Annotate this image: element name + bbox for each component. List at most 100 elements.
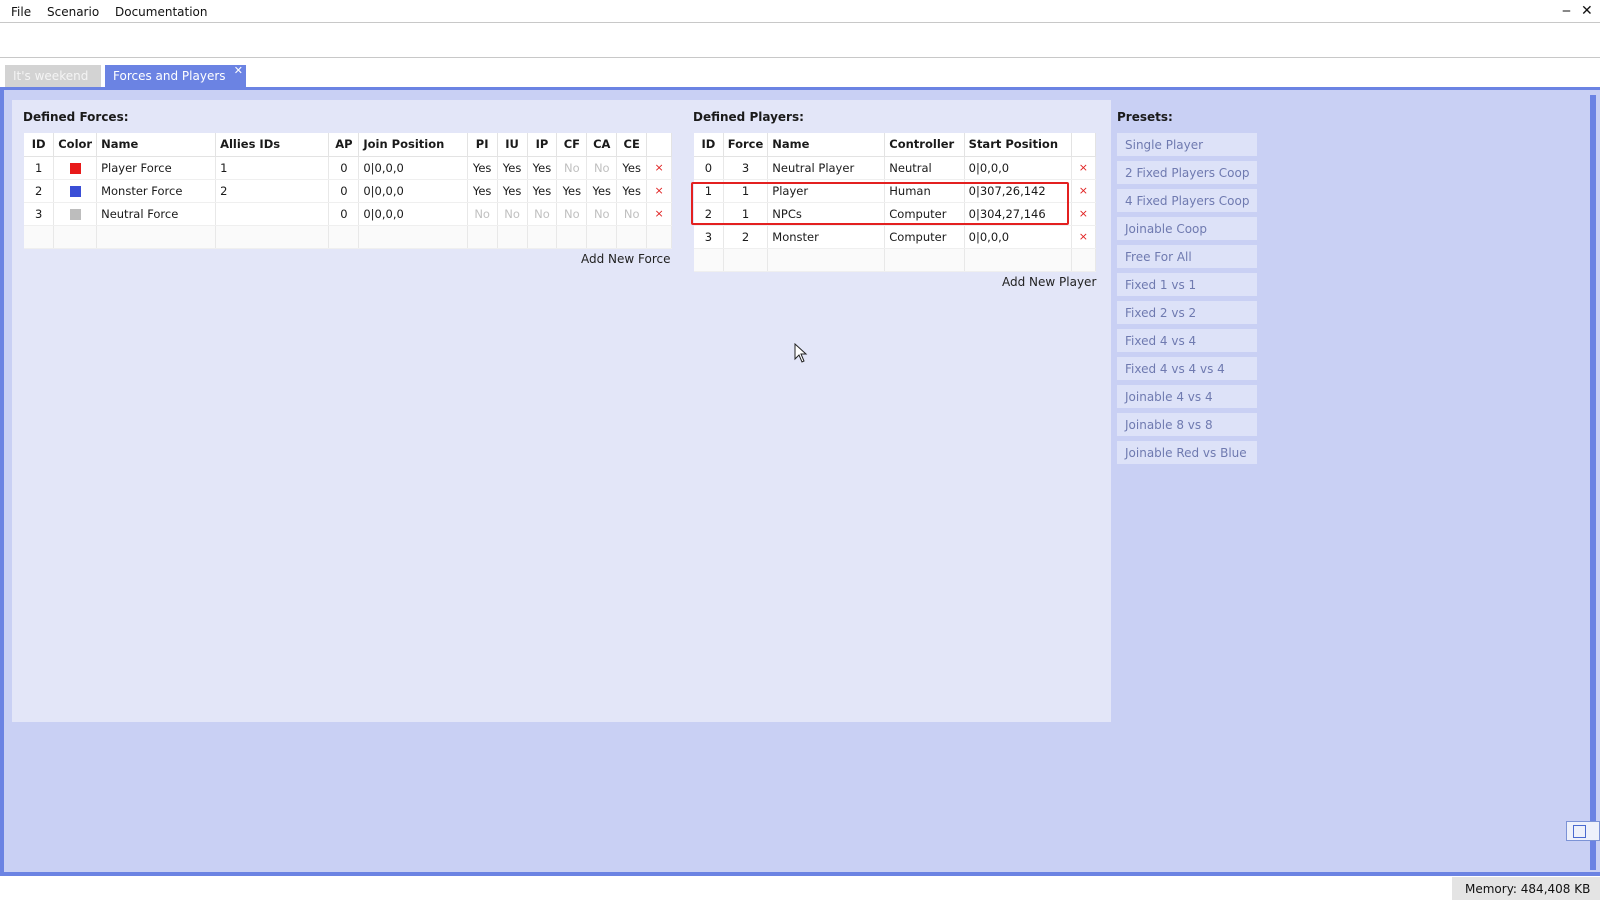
force-ap-cell[interactable]: 0 [328,156,360,180]
force-join-position-cell[interactable]: 0|0,0,0 [358,202,468,226]
force-empty-row[interactable] [24,225,672,249]
delete-player-icon[interactable]: × [1071,156,1097,180]
col-header[interactable]: Name [767,133,886,157]
force-name-cell[interactable]: Monster Force [96,179,217,203]
force-cf-cell[interactable]: No [556,156,588,180]
player-controller-cell[interactable]: Computer [884,202,965,226]
col-header[interactable]: IP [527,133,558,157]
player-name-cell[interactable]: Monster [767,225,886,249]
player-start-position-cell[interactable]: 0|0,0,0 [964,225,1072,249]
force-pi-cell[interactable]: No [467,202,498,226]
col-header[interactable]: CA [586,133,618,157]
empty-cell[interactable] [646,225,672,249]
force-color-cell[interactable] [53,179,98,203]
color-swatch[interactable] [69,185,81,197]
preset-button[interactable]: Joinable 8 vs 8 [1117,413,1257,436]
empty-cell[interactable] [964,248,1072,272]
tab-its-weekend[interactable]: It's weekend [5,65,101,87]
force-ip-cell[interactable]: Yes [527,179,558,203]
col-header[interactable]: Allies IDs [215,133,330,157]
col-header[interactable]: CE [616,133,648,157]
force-join-position-cell[interactable]: 0|0,0,0 [358,156,468,180]
empty-cell[interactable] [497,225,528,249]
col-header[interactable]: ID [24,133,55,157]
empty-cell[interactable] [767,248,886,272]
col-header[interactable]: Controller [884,133,965,157]
force-row[interactable]: 3 Neutral Force 0 0|0,0,0 No No No No No No × [24,202,672,226]
empty-cell[interactable] [527,225,558,249]
col-header[interactable]: AP [328,133,360,157]
col-header[interactable]: CF [556,133,588,157]
player-empty-row[interactable] [694,248,1097,272]
force-ap-cell[interactable]: 0 [328,202,360,226]
minimize-icon[interactable]: ‒ [1562,3,1571,19]
color-swatch[interactable] [69,162,81,174]
player-force-cell[interactable]: 2 [723,225,769,249]
delete-player-icon[interactable]: × [1071,225,1097,249]
color-swatch[interactable] [69,208,81,220]
player-start-position-cell[interactable]: 0|307,26,142 [964,179,1072,203]
menu-documentation[interactable]: Documentation [115,5,208,19]
floating-tool-icon[interactable] [1566,821,1600,841]
preset-button[interactable]: Single Player [1117,133,1257,156]
empty-cell[interactable] [215,225,330,249]
delete-force-icon[interactable]: × [646,156,672,180]
preset-button[interactable]: Joinable Red vs Blue [1117,441,1257,464]
player-name-cell[interactable]: Neutral Player [767,156,886,180]
preset-button[interactable]: Free For All [1117,245,1257,268]
force-ip-cell[interactable]: Yes [527,156,558,180]
force-iu-cell[interactable]: Yes [497,179,528,203]
vertical-scrollbar[interactable] [1590,95,1596,870]
preset-button[interactable]: Joinable 4 vs 4 [1117,385,1257,408]
player-name-cell[interactable]: NPCs [767,202,886,226]
player-name-cell[interactable]: Player [767,179,886,203]
delete-force-icon[interactable]: × [646,202,672,226]
force-pi-cell[interactable]: Yes [467,179,498,203]
empty-cell[interactable] [96,225,217,249]
empty-cell[interactable] [586,225,618,249]
col-header[interactable]: Start Position [964,133,1072,157]
force-ip-cell[interactable]: No [527,202,558,226]
empty-cell[interactable] [884,248,965,272]
empty-cell[interactable] [467,225,498,249]
empty-cell[interactable] [53,225,98,249]
empty-cell[interactable] [1071,248,1097,272]
col-header[interactable]: Force [723,133,769,157]
empty-cell[interactable] [556,225,588,249]
player-force-cell[interactable]: 1 [723,202,769,226]
force-ce-cell[interactable]: No [616,202,648,226]
delete-player-icon[interactable]: × [1071,179,1097,203]
empty-cell[interactable] [24,225,55,249]
force-row[interactable]: 1 Player Force 1 0 0|0,0,0 Yes Yes Yes No No Yes × [24,156,672,180]
preset-button[interactable]: 4 Fixed Players Coop [1117,189,1257,212]
empty-cell[interactable] [358,225,468,249]
player-start-position-cell[interactable]: 0|0,0,0 [964,156,1072,180]
player-controller-cell[interactable]: Human [884,179,965,203]
force-allies-cell[interactable]: 1 [215,156,330,180]
empty-cell[interactable] [328,225,360,249]
tab-forces-and-players[interactable]: Forces and Players ✕ [105,64,246,87]
preset-button[interactable]: Fixed 2 vs 2 [1117,301,1257,324]
menu-scenario[interactable]: Scenario [47,5,99,19]
force-allies-cell[interactable] [215,202,330,226]
player-row[interactable]: 3 2 Monster Computer 0|0,0,0 × [694,225,1097,249]
col-header[interactable]: PI [467,133,498,157]
player-start-position-cell[interactable]: 0|304,27,146 [964,202,1072,226]
player-force-cell[interactable]: 3 [723,156,769,180]
preset-button[interactable]: Fixed 1 vs 1 [1117,273,1257,296]
preset-button[interactable]: Fixed 4 vs 4 vs 4 [1117,357,1257,380]
player-row[interactable]: 1 1 Player Human 0|307,26,142 × [694,179,1097,203]
force-color-cell[interactable] [53,202,98,226]
force-ca-cell[interactable]: Yes [586,179,618,203]
add-new-force-button[interactable]: Add New Force [581,252,671,266]
force-join-position-cell[interactable]: 0|0,0,0 [358,179,468,203]
delete-player-icon[interactable]: × [1071,202,1097,226]
force-iu-cell[interactable]: Yes [497,156,528,180]
player-row[interactable]: 2 1 NPCs Computer 0|304,27,146 × [694,202,1097,226]
empty-cell[interactable] [616,225,648,249]
col-header[interactable]: Color [53,133,98,157]
col-header[interactable]: ID [694,133,724,157]
force-allies-cell[interactable]: 2 [215,179,330,203]
player-row[interactable]: 0 3 Neutral Player Neutral 0|0,0,0 × [694,156,1097,180]
force-name-cell[interactable]: Neutral Force [96,202,217,226]
